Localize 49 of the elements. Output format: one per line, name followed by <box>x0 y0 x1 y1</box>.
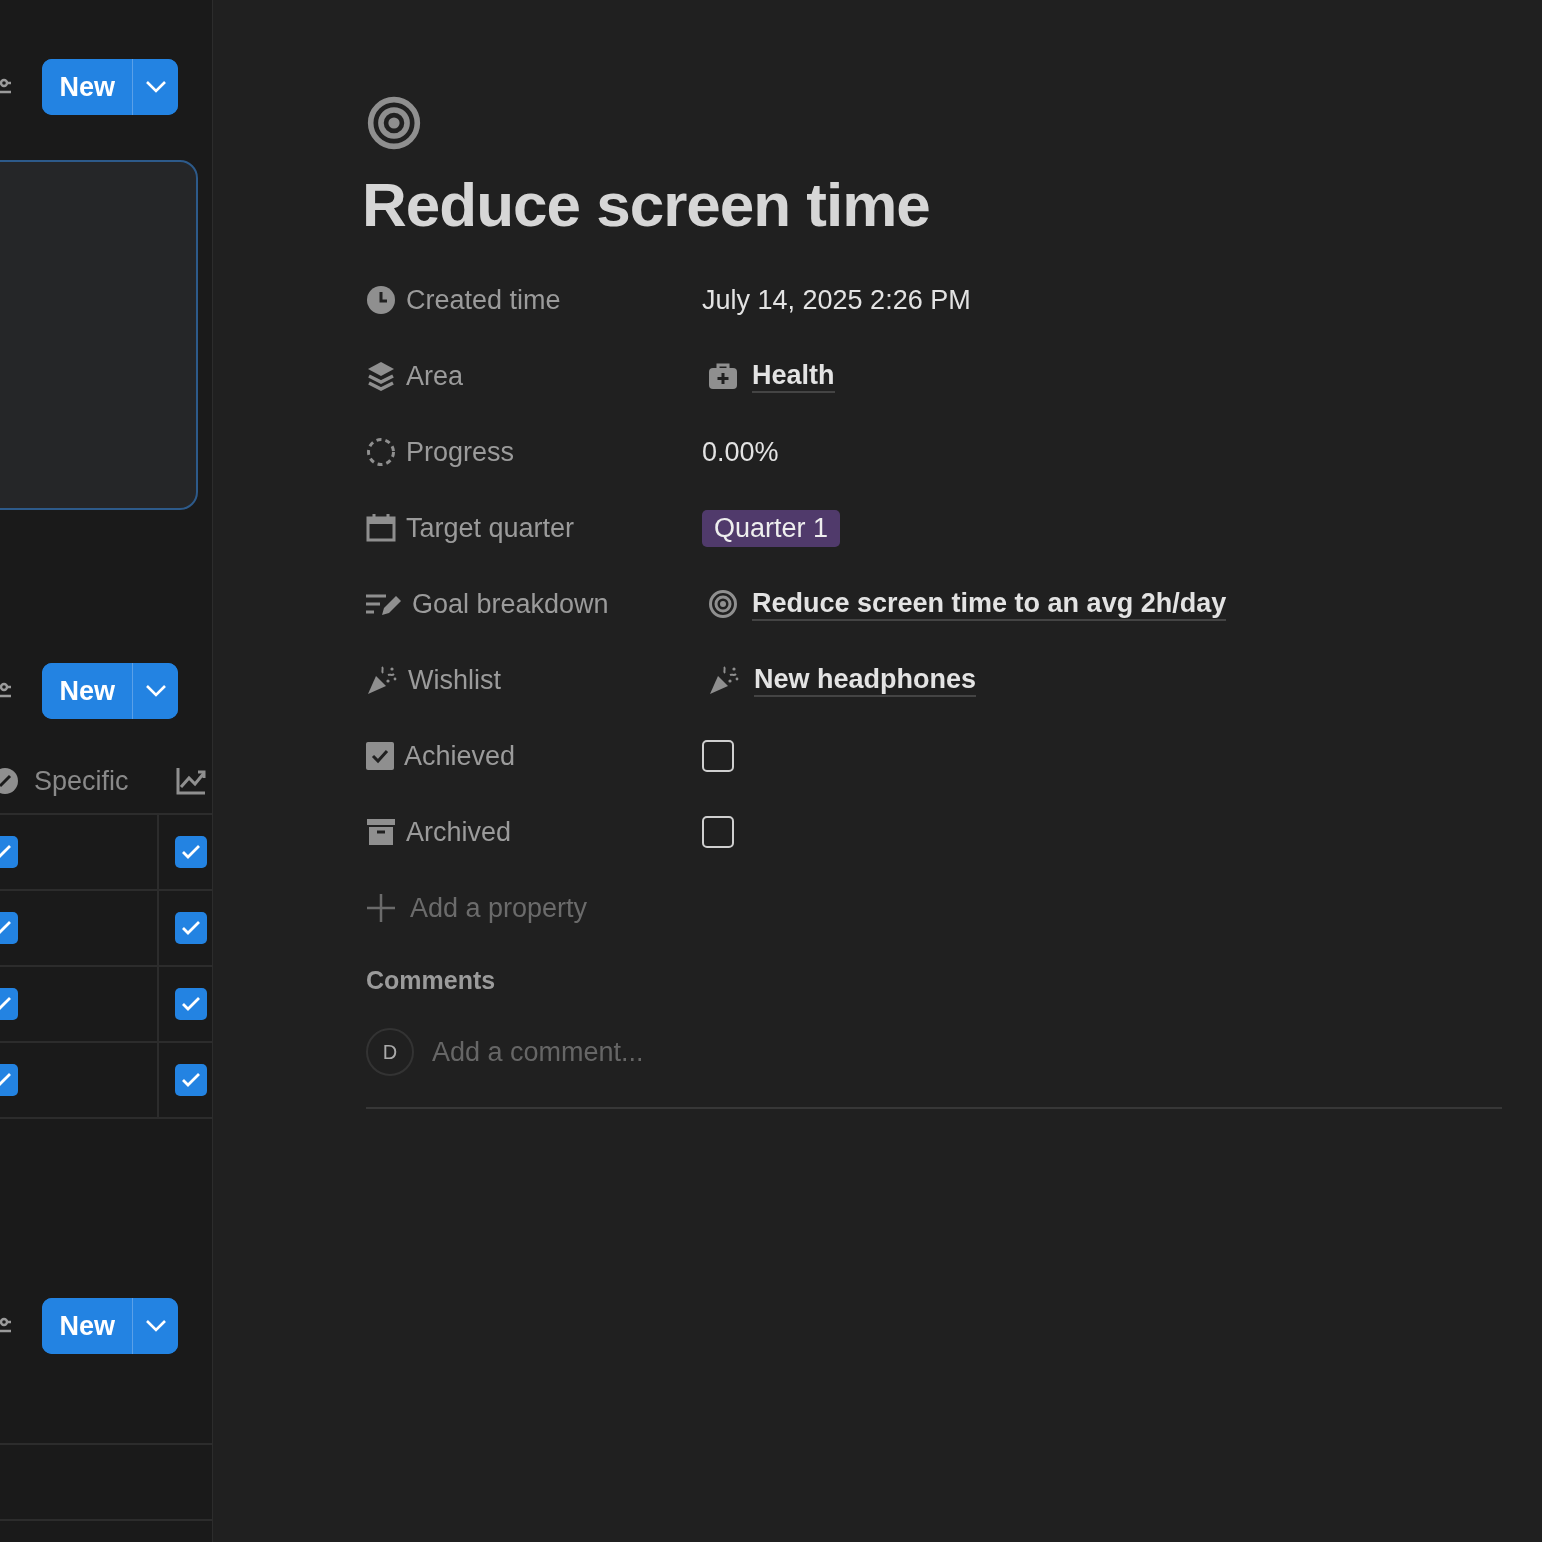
party-popper-icon <box>366 665 398 695</box>
plus-icon <box>366 893 396 923</box>
select-tag[interactable]: Quarter 1 <box>702 509 841 547</box>
checkbox[interactable] <box>702 816 734 848</box>
property-label[interactable]: Target quarter <box>406 512 575 544</box>
property-value: 0.00% <box>702 436 779 468</box>
dashed-circle-icon <box>366 437 396 467</box>
page-title: Reduce screen time <box>362 169 931 240</box>
property-label[interactable]: Archived <box>406 816 512 848</box>
comment-field[interactable]: Add a comment... <box>430 1035 1502 1069</box>
dropdown-button[interactable] <box>132 1298 178 1354</box>
relation-link[interactable]: Health <box>752 359 835 393</box>
relation-link[interactable]: Reduce screen time to an avg 2h/day <box>752 587 1227 621</box>
dropdown-button[interactable] <box>132 59 178 115</box>
checkbox-icon <box>366 742 394 770</box>
party-popper-icon <box>708 665 740 695</box>
chevron-down-icon <box>144 684 167 698</box>
property-label[interactable]: Goal breakdown <box>412 588 609 620</box>
checkbox[interactable] <box>175 1064 207 1096</box>
target-icon <box>366 95 422 151</box>
checkbox[interactable] <box>175 912 207 944</box>
chevron-down-icon <box>144 80 167 94</box>
property-label[interactable]: Wishlist <box>408 664 501 696</box>
check-icon <box>181 996 201 1012</box>
property-label[interactable]: Created time <box>406 284 561 316</box>
clock-icon <box>366 285 396 315</box>
avatar: D <box>366 1028 414 1076</box>
chevron-down-icon <box>144 1319 167 1333</box>
property-label[interactable]: Progress <box>406 436 515 468</box>
checkbox[interactable] <box>175 836 207 868</box>
line-chart-icon <box>176 767 206 795</box>
check-icon <box>181 1072 201 1088</box>
property-label[interactable]: Achieved <box>404 740 516 772</box>
comments-heading: Comments <box>366 966 497 995</box>
checkbox[interactable] <box>702 740 734 772</box>
layers-icon <box>366 360 396 392</box>
archive-icon <box>366 817 396 847</box>
first-aid-kit-icon <box>708 362 738 390</box>
checkbox[interactable] <box>175 988 207 1020</box>
check-icon <box>181 920 201 936</box>
dropdown-button[interactable] <box>132 663 178 719</box>
calendar-icon <box>366 513 396 543</box>
column-header[interactable]: Specific <box>34 765 129 797</box>
relation-link[interactable]: New headphones <box>754 663 977 697</box>
check-icon <box>181 844 201 860</box>
add-property-button[interactable]: Add a property <box>366 870 1502 946</box>
property-value: July 14, 2025 2:26 PM <box>702 284 971 316</box>
target-icon <box>708 589 738 619</box>
property-label[interactable]: Area <box>406 360 464 392</box>
